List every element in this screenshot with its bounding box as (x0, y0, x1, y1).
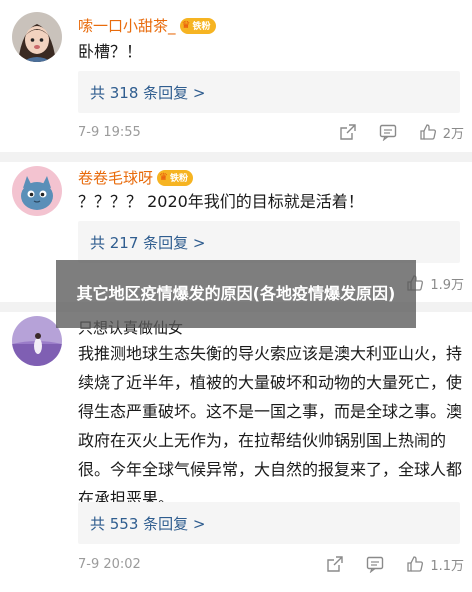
comment-icon[interactable] (364, 553, 386, 575)
comment-actions: 2万 (319, 121, 464, 143)
replies-link[interactable]: 共 318 条回复 > (78, 71, 460, 113)
like-count: 1.1万 (430, 558, 464, 574)
comment-actions: 1.1万 (306, 553, 464, 575)
comment-text: 卧槽？！ (78, 42, 143, 61)
timestamp: 7-9 20:02 (78, 556, 141, 572)
badge-label: 铁粉 (169, 174, 188, 184)
avatar[interactable] (12, 12, 62, 62)
divider (0, 152, 472, 162)
like-icon[interactable] (404, 553, 426, 575)
share-icon[interactable] (324, 553, 346, 575)
username[interactable]: 卷卷毛球呀 ♛ 铁粉 (78, 167, 193, 188)
avatar[interactable] (12, 316, 62, 366)
like-count: 1.9万 (430, 277, 464, 293)
crown-icon: ♛ (181, 20, 191, 31)
comment-meta: 7-9 19:55 2万 (78, 121, 464, 143)
fan-badge: ♛ 铁粉 (157, 169, 193, 186)
replies-link[interactable]: 共 217 条回复 > (78, 221, 460, 263)
fan-badge: ♛ 铁粉 (179, 17, 216, 34)
like-icon[interactable] (417, 121, 439, 143)
username-text: 嗦一口小甜茶_ (78, 17, 176, 35)
overlay-title-text: 其它地区疫情爆发的原因(各地疫情爆发原因) (76, 284, 396, 303)
timestamp: 7-9 19:55 (78, 124, 141, 140)
comment-icon[interactable] (377, 121, 399, 143)
like-count: 2万 (442, 126, 464, 142)
comment-text: ？？？？ 2020年我们的目标就是活着！ (78, 192, 364, 211)
overlay-title: 其它地区疫情爆发的原因(各地疫情爆发原因) (56, 260, 416, 328)
comment-text: 我推测地球生态失衡的导火索应该是澳大利亚山火，持续烧了近半年，植被的大量破坏和动… (78, 344, 463, 508)
comment-meta: 7-9 20:02 1.1万 (78, 553, 464, 575)
crown-icon: ♛ (159, 172, 168, 183)
username[interactable]: 嗦一口小甜茶_ ♛ 铁粉 (78, 15, 216, 36)
share-icon[interactable] (337, 121, 359, 143)
replies-link[interactable]: 共 553 条回复 > (78, 502, 460, 544)
badge-label: 铁粉 (192, 22, 211, 32)
avatar[interactable] (12, 166, 62, 216)
username-text: 卷卷毛球呀 (78, 169, 154, 187)
